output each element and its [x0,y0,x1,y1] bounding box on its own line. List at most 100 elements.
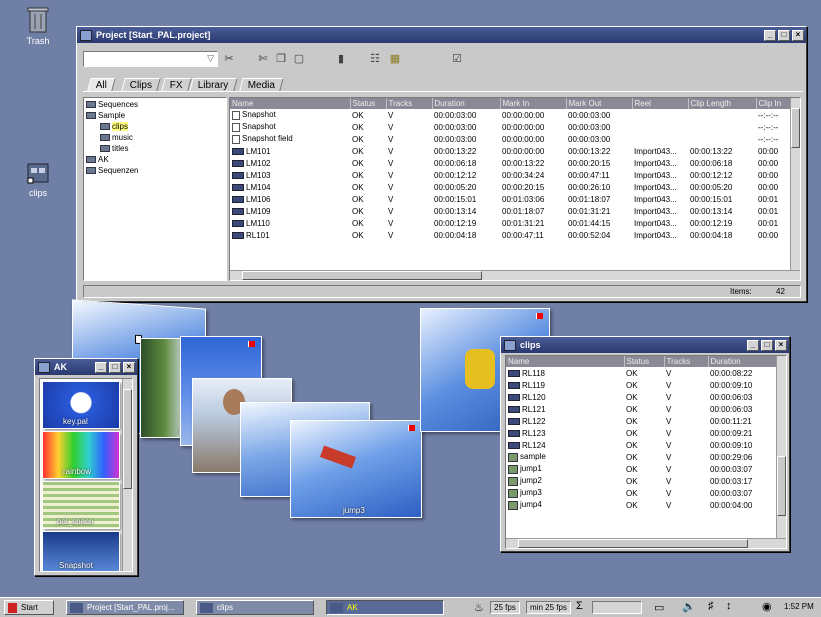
project-list: Name Status Tracks Duration Mark In Mark… [229,97,801,281]
tab-all[interactable]: All [87,78,116,91]
cell-text: 00:00:03:17 [710,476,753,486]
thumbnail-snapshot[interactable]: Snapshot [42,531,120,571]
tab-fx[interactable]: FX [161,78,192,91]
project-vscroll-thumb[interactable] [791,108,800,148]
col-tracks[interactable]: Tracks [664,356,709,367]
table-row[interactable]: jump2 OK V 00:00:03:17 [506,475,778,487]
project-hscrollbar[interactable] [230,270,800,280]
ak-vscrollbar[interactable] [122,379,132,571]
table-row[interactable]: RL121 OK V 00:00:06:03 [506,403,778,415]
tab-library[interactable]: Library [189,78,238,91]
col-name[interactable]: Name [230,98,351,109]
tree-item-sequenzen[interactable]: Sequenzen [86,165,224,176]
ak-vscroll-thumb[interactable] [123,389,132,489]
copy-icon[interactable]: ❐ [274,52,288,66]
project-vscrollbar[interactable] [790,98,800,270]
grid-view-icon[interactable]: ▦ [388,52,402,66]
tray-tool-icon[interactable]: ♨ [474,601,484,614]
thumbnail-rainbow[interactable]: rainbow [42,431,120,479]
search-input[interactable]: ▽ [83,51,218,67]
dropdown-arrow-icon[interactable]: ▽ [207,53,214,64]
tree-item-sample[interactable]: Sample [86,110,224,121]
maximize-button[interactable]: □ [761,339,773,351]
table-row[interactable]: RL124 OK V 00:00:09:10 [506,439,778,451]
col-status[interactable]: Status [624,356,665,367]
col-clip-in[interactable]: Clip In [756,98,793,109]
table-row[interactable]: jump4 OK V 00:00:04:00 [506,499,778,511]
col-duration[interactable]: Duration [708,356,779,367]
table-row[interactable]: sample OK V 00:00:29:06 [506,451,778,463]
eye-icon[interactable]: ◉ [762,600,772,613]
close-button[interactable]: × [775,339,787,351]
minimize-button[interactable]: _ [95,361,107,373]
col-name[interactable]: Name [506,356,625,367]
start-button[interactable]: Start [4,600,54,615]
delete-icon[interactable]: ▮ [334,52,348,66]
tree-item-titles[interactable]: titles [86,143,224,154]
tab-clips[interactable]: Clips [121,78,161,91]
thumbnail-pal-space[interactable]: pal_space [42,481,120,529]
clips-vscrollbar[interactable] [776,356,786,538]
list-view-icon[interactable]: ☷ [368,52,382,66]
table-row[interactable]: jump3 OK V 00:00:03:07 [506,487,778,499]
scissors-tool-icon[interactable]: ✂ [222,52,236,66]
minimize-button[interactable]: _ [747,339,759,351]
table-row[interactable]: LM109 OK V 00:00:13:14 00:01:18:07 00:01:31:2… [230,205,792,217]
clips-hscroll-thumb[interactable] [518,539,748,548]
task-clips[interactable]: clips [196,600,314,615]
maximize-button[interactable]: □ [109,361,121,373]
tree-item-clips[interactable]: clips [86,121,224,132]
col-clip-length[interactable]: Clip Length [688,98,757,109]
volume-icon[interactable]: 🔈 [682,600,696,613]
project-hscroll-thumb[interactable] [242,271,482,280]
clips-desktop-icon[interactable]: clips [18,158,58,198]
levels-icon[interactable]: ↕ [726,600,732,612]
properties-icon[interactable]: ☑ [450,52,464,66]
project-titlebar[interactable]: Project [Start_PAL.project] _ □ × [77,27,806,43]
table-row[interactable]: RL120 OK V 00:00:06:03 [506,391,778,403]
col-status[interactable]: Status [350,98,387,109]
table-row[interactable]: Snapshot OK V 00:00:03:00 00:00:00:00 00:00:0… [230,109,792,121]
ak-titlebar[interactable]: AK _ □ × [35,359,137,375]
paste-icon[interactable]: ▢ [292,52,306,66]
clips-window: clips _ □ × Name Status Tracks Duration … [500,336,790,552]
col-duration[interactable]: Duration [432,98,501,109]
clips-hscrollbar[interactable] [506,538,786,548]
close-button[interactable]: × [792,29,804,41]
table-row[interactable]: Snapshot field OK V 00:00:03:00 00:00:00:00 0… [230,133,792,145]
tree-item-sequences[interactable]: Sequences [86,99,224,110]
table-row[interactable]: LM102 OK V 00:00:06:18 00:00:13:22 00:00:20:1… [230,157,792,169]
table-row[interactable]: RL101 OK V 00:00:04:18 00:00:47:11 00:00:52:0… [230,229,792,241]
maximize-button[interactable]: □ [778,29,790,41]
table-row[interactable]: LM106 OK V 00:00:15:01 00:01:03:06 00:01:18:0… [230,193,792,205]
table-row[interactable]: RL123 OK V 00:00:09:21 [506,427,778,439]
table-row[interactable]: RL118 OK V 00:00:08:22 [506,367,778,379]
cut-icon[interactable]: ✄ [256,52,270,66]
close-button[interactable]: × [123,361,135,373]
tree-item-music[interactable]: music [86,132,224,143]
col-tracks[interactable]: Tracks [386,98,433,109]
tree-item-ak[interactable]: AK [86,154,224,165]
floating-clip-jump3[interactable]: jump3 [290,420,422,518]
task-project[interactable]: Project [Start_PAL.proj... [66,600,184,615]
table-row[interactable]: jump1 OK V 00:00:03:07 [506,463,778,475]
col-mark-out[interactable]: Mark Out [566,98,633,109]
tab-media[interactable]: Media [239,78,284,91]
minimize-button[interactable]: _ [764,29,776,41]
thumbnail-key-pal[interactable]: key.pal [42,381,120,429]
table-row[interactable]: Snapshot OK V 00:00:03:00 00:00:00:00 00:00:0… [230,121,792,133]
table-row[interactable]: RL122 OK V 00:00:11:21 [506,415,778,427]
col-reel[interactable]: Reel [632,98,689,109]
col-mark-in[interactable]: Mark In [500,98,567,109]
clips-vscroll-thumb[interactable] [777,456,786,516]
monitor-icon[interactable]: ▭ [654,601,664,614]
table-row[interactable]: LM110 OK V 00:00:12:19 00:01:31:21 00:01:44:1… [230,217,792,229]
table-row[interactable]: LM104 OK V 00:00:05:20 00:00:20:15 00:00:26:1… [230,181,792,193]
task-ak[interactable]: AK [326,600,444,615]
trash-desktop-icon[interactable]: Trash [18,6,58,46]
mixer-icon[interactable]: ♯ [708,600,714,612]
table-row[interactable]: LM101 OK V 00:00:13:22 00:00:00:00 00:00:13:2… [230,145,792,157]
table-row[interactable]: LM103 OK V 00:00:12:12 00:00:34:24 00:00:47:1… [230,169,792,181]
clips-titlebar[interactable]: clips _ □ × [501,337,789,353]
table-row[interactable]: RL119 OK V 00:00:09:10 [506,379,778,391]
